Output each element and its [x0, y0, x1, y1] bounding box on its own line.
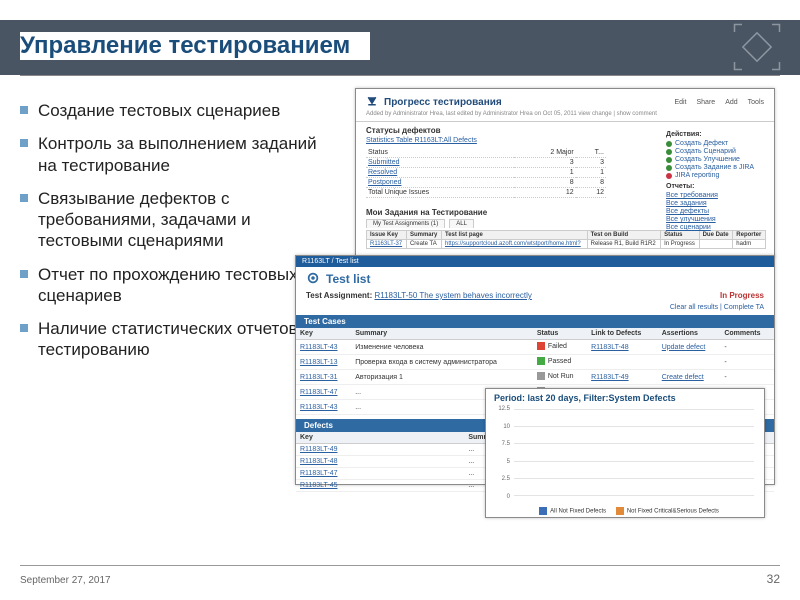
task-row: R1163LT-37 Create TA https://supportclou… — [367, 240, 766, 249]
sidebar-report[interactable]: Все дефекты — [666, 208, 766, 215]
bullet-item: Связывание дефектов с требованиями, зада… — [20, 188, 340, 252]
footer-date: September 27, 2017 — [20, 575, 111, 586]
bullet-item: Контроль за выполнением заданий на тести… — [20, 133, 340, 176]
assignment-link[interactable]: R1183LT-50 The system behaves incorrectl… — [374, 291, 531, 300]
testlist-sublinks[interactable]: Clear all results | Complete TA — [296, 304, 774, 315]
tc-key[interactable]: R1183LT-47 — [300, 389, 338, 396]
panel-progress-title: Прогресс тестирования — [384, 97, 502, 108]
y-tick-label: 10 — [490, 424, 510, 430]
status-postponed[interactable]: Postponed — [368, 179, 401, 186]
defect-key[interactable]: R1183LT-47 — [300, 470, 338, 477]
task-link[interactable]: https://supportcloud.azoft.com/wtstport/… — [445, 241, 581, 247]
plus-icon — [666, 149, 672, 155]
bullet-list: Создание тестовых сценариев Контроль за … — [20, 100, 340, 373]
slide-title: Управление тестированием — [20, 32, 370, 60]
sidebar-actions-heading: Действия: — [666, 131, 766, 138]
screenshot-stack: Прогресс тестирования Edit Share Add Too… — [355, 88, 775, 518]
sidebar-action[interactable]: Создать Дефект — [666, 140, 766, 147]
tasks-table: Issue Key Summary Test list page Test on… — [366, 230, 766, 249]
testlist-title: Test list — [326, 272, 370, 286]
y-tick-label: 12.5 — [490, 406, 510, 412]
defect-link[interactable]: R1183LT-48 — [591, 344, 629, 351]
edit-action[interactable]: Edit — [674, 99, 686, 106]
panel-chart: Period: last 20 days, Filter:System Defe… — [485, 388, 765, 518]
defect-action[interactable]: Update defect — [662, 344, 706, 351]
panel-progress-header: Прогресс тестирования Edit Share Add Too… — [356, 89, 774, 111]
bullet-item: Создание тестовых сценариев — [20, 100, 340, 121]
col-status: Status — [366, 148, 514, 158]
test-case-row: R1183LT-43Изменение человекаFailedR1183L… — [296, 340, 774, 355]
status-resolved[interactable]: Resolved — [368, 169, 397, 176]
legend-swatch-blue — [539, 507, 547, 515]
test-cases-heading: Test Cases — [296, 315, 774, 328]
share-action[interactable]: Share — [697, 99, 716, 106]
plus-icon — [666, 157, 672, 163]
panel-progress-meta: Added by Administrator Hrea, last edited… — [356, 111, 774, 122]
y-tick-label: 7.5 — [490, 441, 510, 447]
panel-progress-sidebar: Действия: Создать Дефект Создать Сценари… — [666, 131, 766, 232]
sidebar-report[interactable]: Все требования — [666, 192, 766, 199]
panel-progress: Прогресс тестирования Edit Share Add Too… — [355, 88, 775, 258]
status-icon — [537, 357, 545, 365]
sidebar-action[interactable]: Создать Сценарий — [666, 148, 766, 155]
col-major: 2 Major — [514, 148, 576, 158]
defect-key[interactable]: R1183LT-48 — [300, 458, 338, 465]
add-action[interactable]: Add — [725, 99, 737, 106]
chart-title: Period: last 20 days, Filter:System Defe… — [486, 389, 764, 403]
gear-icon — [306, 271, 320, 287]
panel-progress-actions: Edit Share Add Tools — [674, 99, 764, 106]
bullet-item: Отчет по прохождению тестовых сценариев — [20, 264, 340, 307]
chart-legend: All Not Fixed Defects Not Fixed Critical… — [486, 507, 764, 515]
page-number: 32 — [767, 572, 780, 586]
legend-swatch-orange — [616, 507, 624, 515]
tc-key[interactable]: R1183LT-31 — [300, 374, 338, 381]
plus-icon — [666, 165, 672, 171]
sidebar-action[interactable]: Создать Задание в JIRA — [666, 164, 766, 171]
test-case-row: R1183LT-31Авторизация 1Not RunR1183LT-49… — [296, 370, 774, 385]
defect-key[interactable]: R1183LT-45 — [300, 482, 338, 489]
plus-icon — [666, 141, 672, 147]
panel-testlist-header: Test list — [296, 267, 774, 291]
tab-mytasks[interactable]: My Test Assignments (1) — [366, 219, 445, 228]
tc-key[interactable]: R1183LT-13 — [300, 359, 338, 366]
sidebar-action[interactable]: JIRA reporting — [666, 172, 766, 179]
sidebar-report[interactable]: Все сценарии — [666, 224, 766, 231]
corner-decoration-icon — [732, 22, 782, 72]
col-t: T... — [576, 148, 606, 158]
bullet-item: Наличие статистических отчетов по тестир… — [20, 318, 340, 361]
link-icon — [666, 173, 672, 179]
y-tick-label: 2.5 — [490, 476, 510, 482]
y-tick-label: 5 — [490, 459, 510, 465]
app-icon — [366, 95, 378, 109]
status-submitted[interactable]: Submitted — [368, 159, 400, 166]
defect-action[interactable]: Create defect — [662, 374, 704, 381]
status-table: Status2 MajorT... Submitted33 Resolved11… — [366, 148, 606, 198]
chart-plot-area — [514, 409, 754, 495]
tc-key[interactable]: R1183LT-43 — [300, 404, 338, 411]
sidebar-report[interactable]: Все задания — [666, 200, 766, 207]
title-underline — [20, 75, 780, 76]
test-case-row: R1183LT-13Проверка входа в систему админ… — [296, 355, 774, 370]
sidebar-reports-heading: Отчеты: — [666, 183, 766, 190]
y-tick-label: 0 — [490, 494, 510, 500]
footer-rule — [20, 565, 780, 566]
assignment-status: In Progress — [720, 291, 764, 300]
status-total: Total Unique Issues — [366, 188, 514, 198]
status-icon — [537, 372, 545, 380]
sidebar-report[interactable]: Все улучшения — [666, 216, 766, 223]
tc-key[interactable]: R1183LT-43 — [300, 344, 338, 351]
defect-link[interactable]: R1183LT-49 — [591, 374, 629, 381]
task-key[interactable]: R1163LT-37 — [370, 241, 402, 247]
status-icon — [537, 342, 545, 350]
sidebar-action[interactable]: Создать Улучшение — [666, 156, 766, 163]
tools-action[interactable]: Tools — [748, 99, 764, 106]
defect-key[interactable]: R1183LT-49 — [300, 446, 338, 453]
tab-all[interactable]: ALL — [449, 219, 474, 228]
breadcrumb-bar: R1163LT / Test list — [296, 256, 774, 267]
